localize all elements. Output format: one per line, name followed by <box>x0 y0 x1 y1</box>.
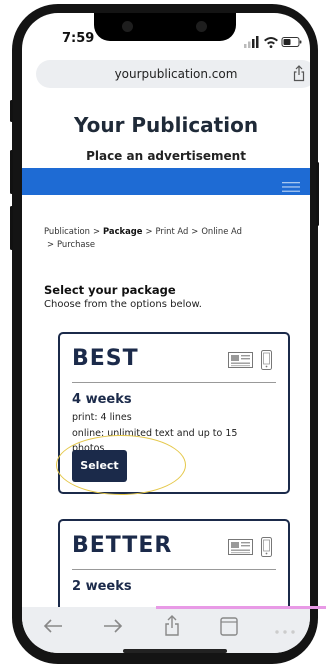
package-divider <box>72 382 276 383</box>
phone-volume-down-button <box>10 206 13 250</box>
hamburger-menu-icon[interactable] <box>282 177 300 196</box>
home-indicator <box>123 649 227 653</box>
bookmarks-icon[interactable] <box>218 615 240 641</box>
breadcrumb-publication[interactable]: Publication <box>44 226 90 236</box>
url-text: yourpublication.com <box>114 67 238 81</box>
page-subtitle: Place an advertisement <box>86 149 246 163</box>
share-icon[interactable] <box>163 615 181 641</box>
package-duration: 2 weeks <box>72 579 132 594</box>
breadcrumb: Publication > Package > Print Ad > Online Ad > P… <box>44 225 284 251</box>
annotation-line <box>156 606 326 609</box>
package-divider <box>72 569 276 570</box>
package-print-detail: print: 4 lines <box>72 412 132 423</box>
site-nav-bar <box>22 168 310 195</box>
mobile-phone-icon <box>261 537 272 557</box>
battery-icon <box>281 37 302 47</box>
breadcrumb-separator: > <box>47 239 55 249</box>
forward-arrow-icon[interactable] <box>102 615 124 641</box>
back-arrow-icon[interactable] <box>42 615 64 641</box>
status-bar: 7:59 <box>22 13 310 55</box>
breadcrumb-purchase[interactable]: Purchase <box>57 239 95 249</box>
status-icons <box>244 33 304 52</box>
breadcrumb-online-ad[interactable]: Online Ad <box>201 226 242 236</box>
breadcrumb-separator: > <box>191 226 199 236</box>
newspaper-icon <box>228 352 253 368</box>
package-name: BETTER <box>72 533 173 558</box>
browser-toolbar <box>22 607 310 653</box>
package-name: BEST <box>72 346 139 371</box>
address-bar[interactable]: yourpublication.com <box>36 60 310 88</box>
wifi-icon <box>264 37 278 48</box>
sensor-dot <box>196 21 207 32</box>
package-format-icons <box>228 350 274 374</box>
page-content: Your Publication Place an advertisement … <box>22 95 310 629</box>
signal-icon <box>244 36 259 48</box>
section-description: Choose from the options below. <box>44 299 202 310</box>
camera-dot <box>122 21 133 32</box>
tabs-icon[interactable] <box>274 621 296 640</box>
breadcrumb-separator: > <box>92 226 100 236</box>
package-duration: 4 weeks <box>72 392 132 407</box>
phone-power-button <box>316 162 319 226</box>
phone-volume-up-button <box>10 150 13 194</box>
section-title: Select your package <box>44 283 176 297</box>
phone-side-button <box>10 100 13 122</box>
page-title: Your Publication <box>73 113 259 137</box>
package-format-icons <box>228 537 274 561</box>
share-icon[interactable] <box>292 65 306 86</box>
breadcrumb-print-ad[interactable]: Print Ad <box>155 226 188 236</box>
highlight-ring <box>56 435 186 495</box>
breadcrumb-package: Package <box>103 226 143 236</box>
phone-screen: 7:59 yourpublication.com Your Publicatio… <box>22 13 310 653</box>
newspaper-icon <box>228 539 253 555</box>
status-time: 7:59 <box>62 31 95 46</box>
camera-notch <box>94 13 236 41</box>
mobile-phone-icon <box>261 350 272 370</box>
breadcrumb-separator: > <box>145 226 153 236</box>
